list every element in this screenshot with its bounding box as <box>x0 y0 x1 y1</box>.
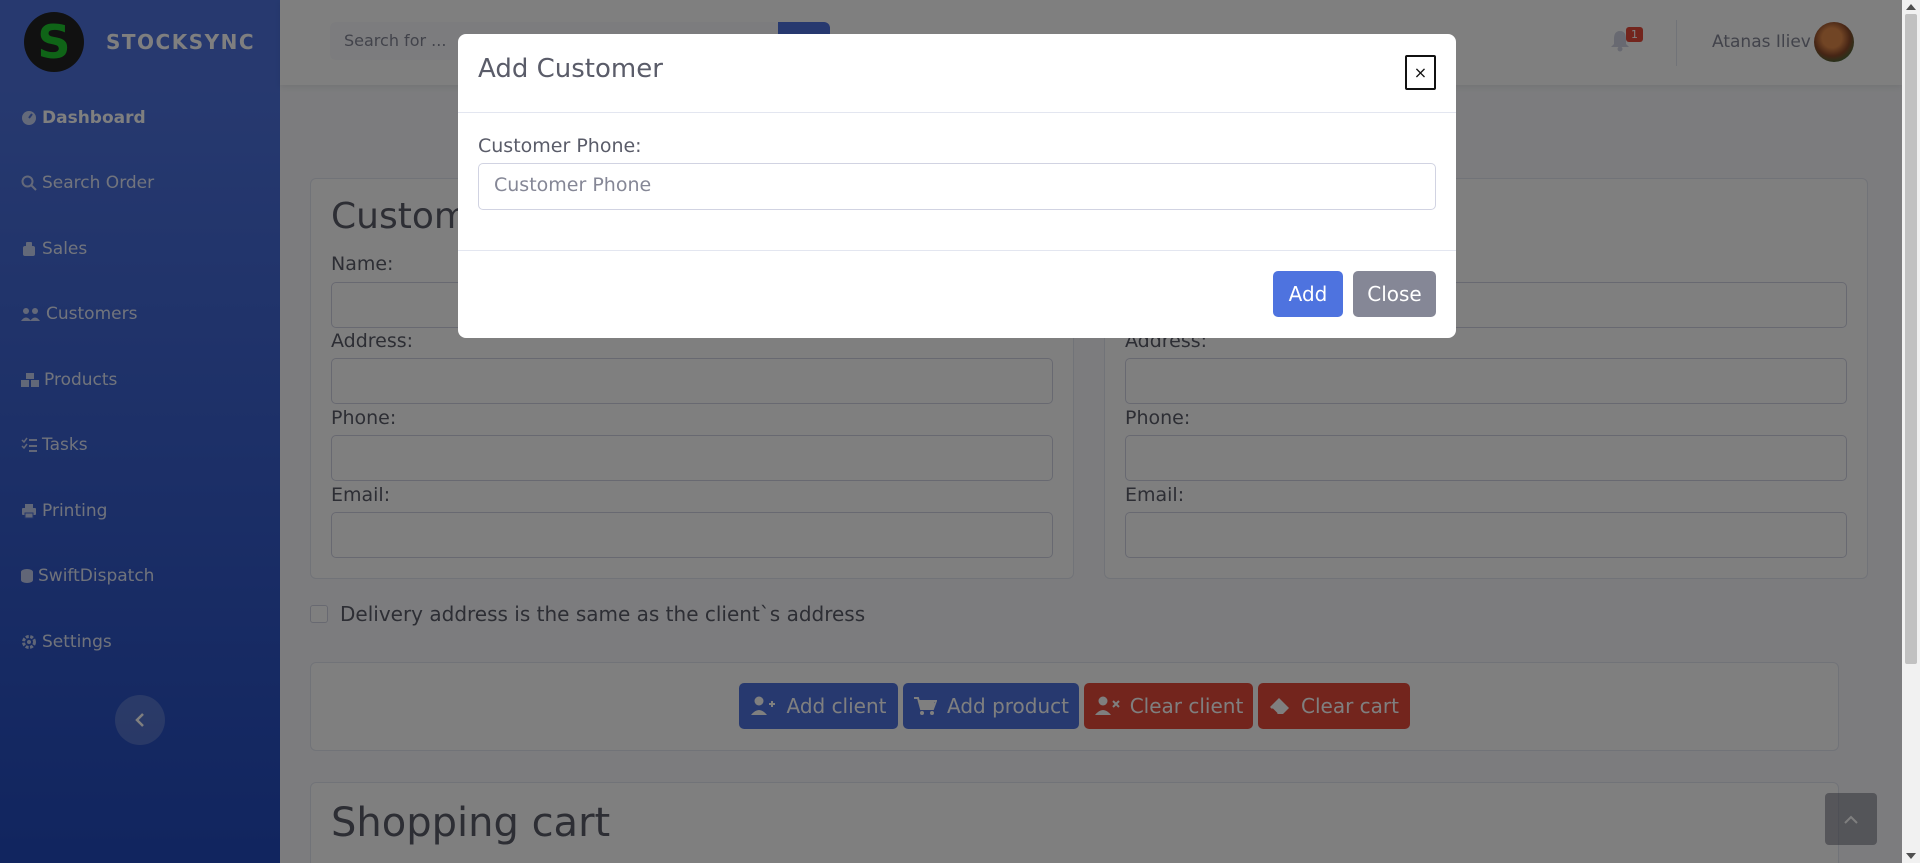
modal-header: Add Customer × <box>458 34 1456 113</box>
scroll-down-arrow[interactable] <box>1906 853 1916 859</box>
page-scrollbar[interactable] <box>1902 0 1920 863</box>
scroll-up-arrow[interactable] <box>1906 4 1916 10</box>
customer-phone-input[interactable]: Customer Phone <box>478 163 1436 210</box>
customer-phone-label: Customer Phone: <box>478 135 642 157</box>
modal-close-x-button[interactable]: × <box>1405 55 1436 90</box>
scrollbar-thumb[interactable] <box>1905 14 1917 664</box>
modal-title: Add Customer <box>478 54 663 84</box>
modal-close-button[interactable]: Close <box>1353 271 1436 317</box>
modal-add-button[interactable]: Add <box>1273 271 1343 317</box>
add-customer-modal: Add Customer × Customer Phone: Customer … <box>458 34 1456 338</box>
